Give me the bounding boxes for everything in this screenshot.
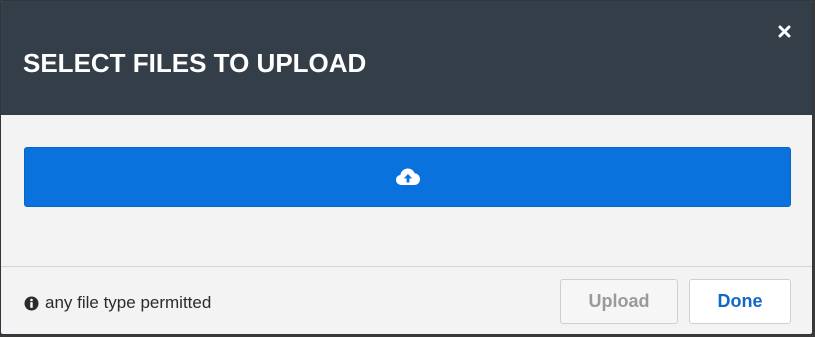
close-button[interactable] [774, 21, 794, 41]
close-icon [778, 25, 790, 37]
dialog-footer: any file type permitted Upload Done [1, 266, 812, 334]
dialog-header: SELECT FILES TO UPLOAD [1, 1, 812, 115]
cloud-upload-icon [395, 168, 420, 185]
upload-dialog: SELECT FILES TO UPLOAD any file type per… [0, 0, 813, 335]
done-button[interactable]: Done [689, 279, 791, 324]
dialog-body [1, 115, 812, 267]
file-upload-dropzone[interactable] [24, 147, 791, 207]
hint-text: any file type permitted [45, 293, 212, 312]
file-type-hint: any file type permitted [24, 293, 211, 313]
info-icon [24, 296, 39, 311]
dialog-title: SELECT FILES TO UPLOAD [23, 48, 367, 78]
upload-button[interactable]: Upload [560, 279, 678, 324]
